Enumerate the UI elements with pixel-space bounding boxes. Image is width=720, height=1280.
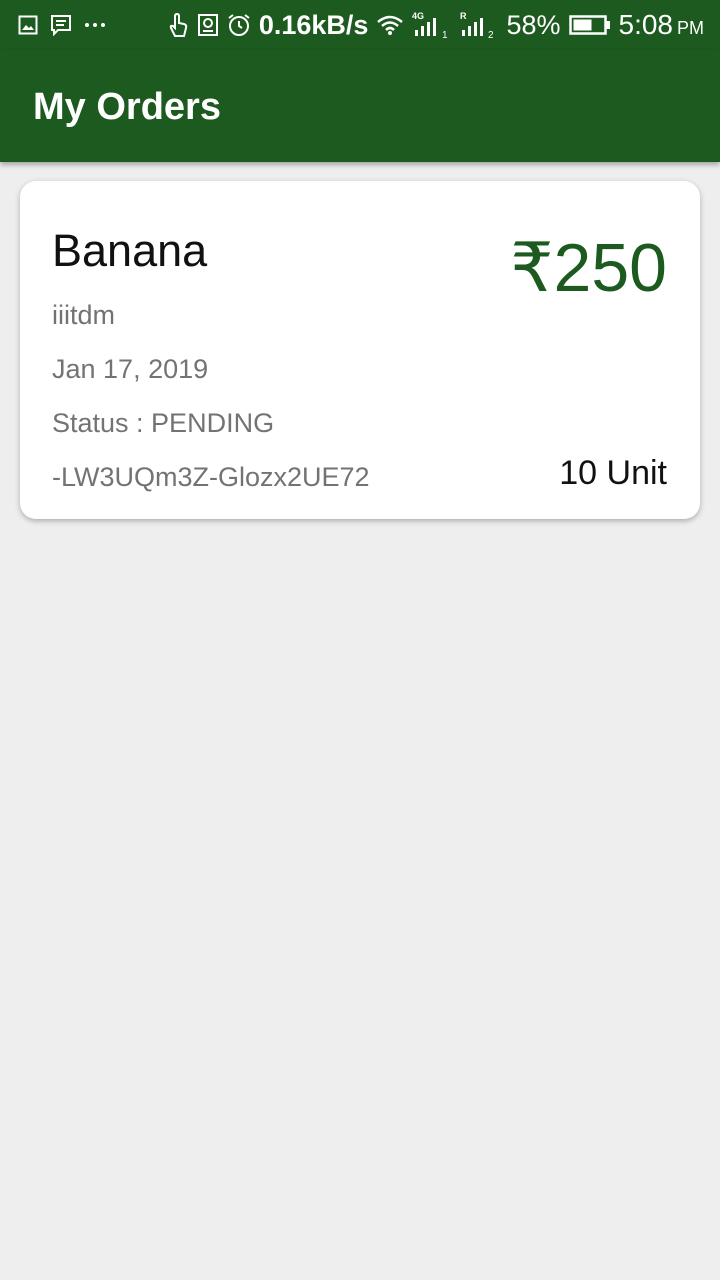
product-name: Banana <box>52 225 208 276</box>
order-card[interactable]: Banana ₹250 iiitdm Jan 17, 2019 Status :… <box>20 181 700 519</box>
order-id: -LW3UQm3Z-Glozx2UE72 <box>52 462 370 492</box>
status-bar: 0.16kB/s 4G 1 R 2 58% 5:08 PM <box>0 0 720 50</box>
quantity-unit: Unit <box>606 454 667 492</box>
signal-icon: 4G 1 <box>412 10 452 40</box>
sim1-index: 1 <box>442 30 448 40</box>
page-title: My Orders <box>33 86 221 128</box>
order-status: Status : PENDING <box>52 408 275 438</box>
touch-icon <box>167 12 189 38</box>
network-speed: 0.16kB/s <box>258 9 369 40</box>
clock-time: 5:08 <box>618 9 674 40</box>
alarm-icon <box>227 13 251 37</box>
app-bar: My Orders <box>0 50 720 162</box>
roaming-label: R <box>460 11 467 21</box>
battery-icon <box>568 14 611 36</box>
notification-icons <box>18 12 118 38</box>
signal-icon: R 2 <box>460 10 498 40</box>
more-notifications-icon <box>84 21 106 29</box>
battery-percentage: 58% <box>506 9 561 40</box>
network-type-label: 4G <box>412 11 424 21</box>
screenshot-icon <box>197 13 219 37</box>
message-notification-icon <box>50 14 72 36</box>
sim2-index: 2 <box>488 30 494 40</box>
gallery-notification-icon <box>18 15 38 35</box>
seller-name: iiitdm <box>52 300 116 330</box>
clock-ampm: PM <box>677 18 704 38</box>
order-quantity: 10 Unit <box>559 454 667 493</box>
clock: 5:08 PM <box>619 9 705 41</box>
system-indicators: 0.16kB/s 4G 1 R 2 58% 5:08 PM <box>159 8 704 42</box>
order-price: ₹250 <box>510 230 667 306</box>
wifi-icon <box>376 14 404 36</box>
order-date: Jan 17, 2019 <box>52 354 209 384</box>
quantity-value: 10 <box>559 454 598 492</box>
